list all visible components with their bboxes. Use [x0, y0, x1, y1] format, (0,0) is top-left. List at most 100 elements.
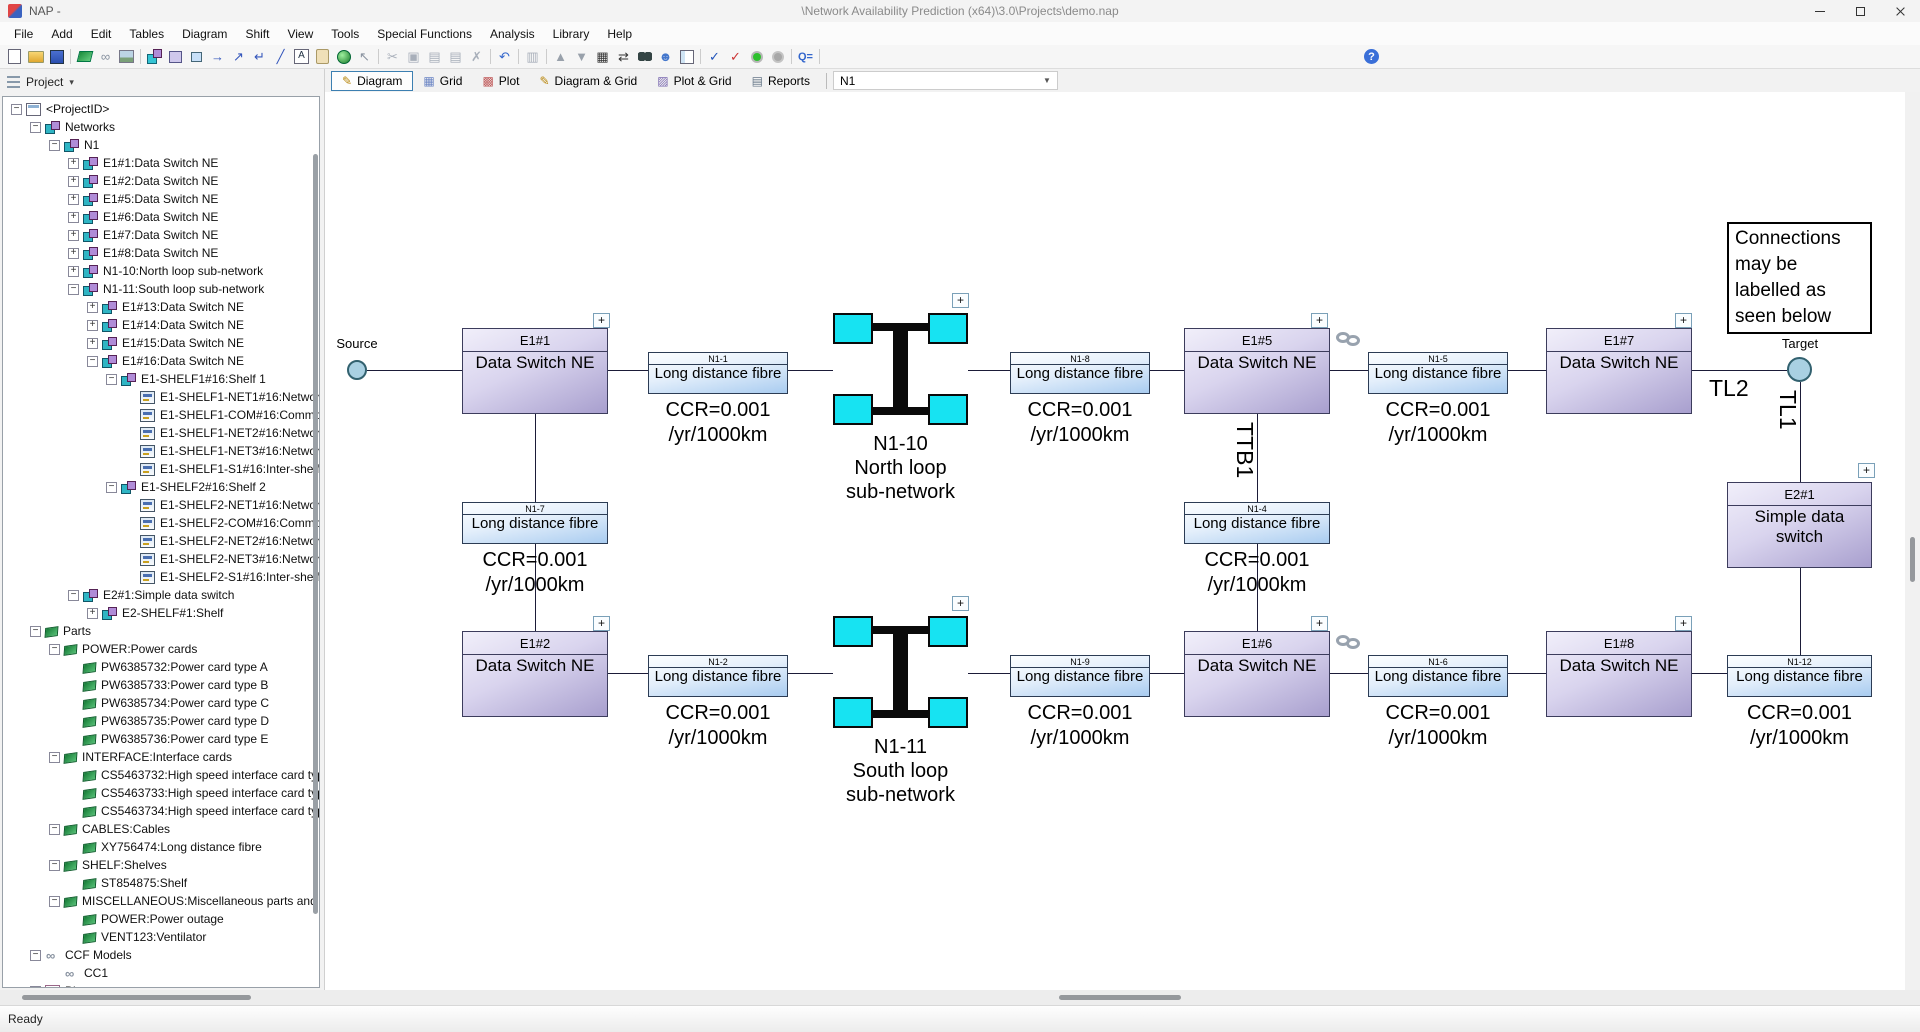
tree-item[interactable]: −E1#16:Data Switch NE — [3, 352, 319, 370]
tree-item[interactable]: PW6385735:Power card type D — [3, 712, 319, 730]
tree-scrollbar[interactable] — [313, 154, 318, 914]
tree-item[interactable]: PW6385732:Power card type A — [3, 658, 319, 676]
paste-special-icon[interactable]: ▤ — [445, 47, 466, 67]
user-icon[interactable]: ☻ — [655, 47, 676, 67]
node-e1-8[interactable]: E1#8 Data Switch NE — [1546, 631, 1692, 717]
expand-icon[interactable]: + — [87, 608, 98, 619]
expand-icon[interactable]: + — [68, 158, 79, 169]
node-e1-6[interactable]: E1#6 Data Switch NE — [1184, 631, 1330, 717]
new-icon[interactable] — [4, 47, 25, 67]
tree-item[interactable]: E1-SHELF2-NET3#16:Network i — [3, 550, 319, 568]
collapse-icon[interactable]: − — [11, 104, 22, 115]
tree-item[interactable]: −E1-SHELF1#16:Shelf 1 — [3, 370, 319, 388]
menu-tables[interactable]: Tables — [120, 24, 173, 44]
node-e2-1[interactable]: E2#1 Simple data switch — [1727, 482, 1872, 568]
tree-item[interactable]: E1-SHELF1-NET2#16:Network i — [3, 424, 319, 442]
tree-item[interactable]: −Bitmaps — [3, 982, 319, 988]
tree-item[interactable]: +E2-SHELF#1:Shelf — [3, 604, 319, 622]
tree-item[interactable]: E1-SHELF1-COM#16:Common — [3, 406, 319, 424]
ccf-chain-icon[interactable] — [1336, 332, 1362, 346]
validate-icon[interactable]: ✓ — [725, 47, 746, 67]
lamp-gray-icon[interactable] — [767, 47, 788, 67]
expand-button[interactable]: + — [952, 293, 969, 308]
select-cursor-icon[interactable]: ↖ — [354, 47, 375, 67]
target-terminal[interactable] — [1787, 357, 1812, 382]
collapse-icon[interactable]: − — [49, 140, 60, 151]
cut-icon[interactable]: ✂ — [382, 47, 403, 67]
copy-icon[interactable]: ▣ — [403, 47, 424, 67]
tree-item[interactable]: ST854875:Shelf — [3, 874, 319, 892]
tree-item[interactable]: +E1#6:Data Switch NE — [3, 208, 319, 226]
collapse-icon[interactable]: − — [30, 122, 41, 133]
tree-item[interactable]: +E1#7:Data Switch NE — [3, 226, 319, 244]
link-n1-1[interactable]: N1-1 Long distance fibre — [648, 352, 788, 394]
close-button[interactable] — [1880, 0, 1920, 22]
add-part-icon[interactable] — [186, 47, 207, 67]
expand-icon[interactable]: + — [68, 230, 79, 241]
tree-item[interactable]: −Parts — [3, 622, 319, 640]
node-e1-7[interactable]: E1#7 Data Switch NE — [1546, 328, 1692, 414]
tree-item[interactable]: PW6385736:Power card type E — [3, 730, 319, 748]
parts-icon[interactable] — [74, 47, 95, 67]
tree-item[interactable]: PW6385734:Power card type C — [3, 694, 319, 712]
collapse-icon[interactable]: − — [30, 626, 41, 637]
tab-plot-grid[interactable]: ▨Plot & Grid — [647, 71, 741, 91]
tree-item[interactable]: CS5463734:High speed interface card typ — [3, 802, 319, 820]
tree-item[interactable]: −E1-SHELF2#16:Shelf 2 — [3, 478, 319, 496]
tree-item[interactable]: +E1#13:Data Switch NE — [3, 298, 319, 316]
menu-add[interactable]: Add — [42, 24, 81, 44]
tree-item[interactable]: E1-SHELF1-S1#16:Inter-shelf l — [3, 460, 319, 478]
expand-icon[interactable]: + — [68, 212, 79, 223]
diagram-canvas[interactable]: Source Target TL2 TL1 TTB1 Connections m… — [325, 92, 1905, 990]
maximize-button[interactable] — [1840, 0, 1880, 22]
node-e1-5[interactable]: E1#5 Data Switch NE — [1184, 328, 1330, 414]
link-n1-7[interactable]: N1-7 Long distance fibre — [462, 502, 608, 544]
web-icon[interactable] — [333, 47, 354, 67]
tree-item[interactable]: −CCF Models — [3, 946, 319, 964]
ccf-link-icon[interactable]: ∞ — [95, 47, 116, 67]
paste-icon[interactable]: ▤ — [424, 47, 445, 67]
tree-item[interactable]: XY756474:Long distance fibre — [3, 838, 319, 856]
tab-diagram-grid[interactable]: ✎Diagram & Grid — [529, 71, 647, 91]
expand-button[interactable]: + — [1311, 313, 1328, 328]
grid-toggle-icon[interactable]: ▦ — [592, 47, 613, 67]
network-selector[interactable]: N1 ▼ — [833, 71, 1058, 90]
tree-item[interactable]: −SHELF:Shelves — [3, 856, 319, 874]
collapse-icon[interactable]: − — [49, 896, 60, 907]
source-terminal[interactable] — [347, 360, 367, 380]
subnetwork-n1-11[interactable] — [833, 616, 968, 728]
add-ne-icon[interactable] — [165, 47, 186, 67]
lamp-green-icon[interactable] — [746, 47, 767, 67]
add-diagonal-connection-icon[interactable]: ↗ — [228, 47, 249, 67]
canvas-horizontal-scrollbar-thumb[interactable] — [1059, 995, 1181, 1000]
expand-icon[interactable]: + — [87, 338, 98, 349]
query-icon[interactable]: Q= — [795, 47, 816, 67]
menu-special-functions[interactable]: Special Functions — [368, 24, 481, 44]
link-n1-4[interactable]: N1-4 Long distance fibre — [1184, 502, 1330, 544]
tree-item[interactable]: POWER:Power outage — [3, 910, 319, 928]
menu-diagram[interactable]: Diagram — [173, 24, 236, 44]
menu-tools[interactable]: Tools — [322, 24, 368, 44]
collapse-icon[interactable]: − — [30, 950, 41, 961]
tree-item[interactable]: CS5463732:High speed interface card typ — [3, 766, 319, 784]
help-icon[interactable]: ? — [1364, 49, 1379, 64]
add-corner-connection-icon[interactable]: ↵ — [249, 47, 270, 67]
open-icon[interactable] — [25, 47, 46, 67]
link-n1-8[interactable]: N1-8 Long distance fibre — [1010, 352, 1150, 394]
collapse-icon[interactable]: − — [68, 284, 79, 295]
collapse-icon[interactable]: − — [49, 824, 60, 835]
menu-help[interactable]: Help — [598, 24, 641, 44]
link-n1-6[interactable]: N1-6 Long distance fibre — [1368, 655, 1508, 697]
tree-item[interactable]: E1-SHELF2-S1#16:Inter-shelf l — [3, 568, 319, 586]
tree-item[interactable]: E1-SHELF1-NET1#16:Network i — [3, 388, 319, 406]
tree-item[interactable]: +E1#1:Data Switch NE — [3, 154, 319, 172]
tree-item[interactable]: VENT123:Ventilator — [3, 928, 319, 946]
tree-item[interactable]: −E2#1:Simple data switch — [3, 586, 319, 604]
expand-button[interactable]: + — [1858, 463, 1875, 478]
menu-file[interactable]: File — [5, 24, 42, 44]
tab-plot[interactable]: ▩Plot — [472, 71, 529, 91]
bitmap-icon[interactable] — [116, 47, 137, 67]
collapse-icon[interactable]: − — [49, 752, 60, 763]
minimize-button[interactable] — [1800, 0, 1840, 22]
link-n1-9[interactable]: N1-9 Long distance fibre — [1010, 655, 1150, 697]
